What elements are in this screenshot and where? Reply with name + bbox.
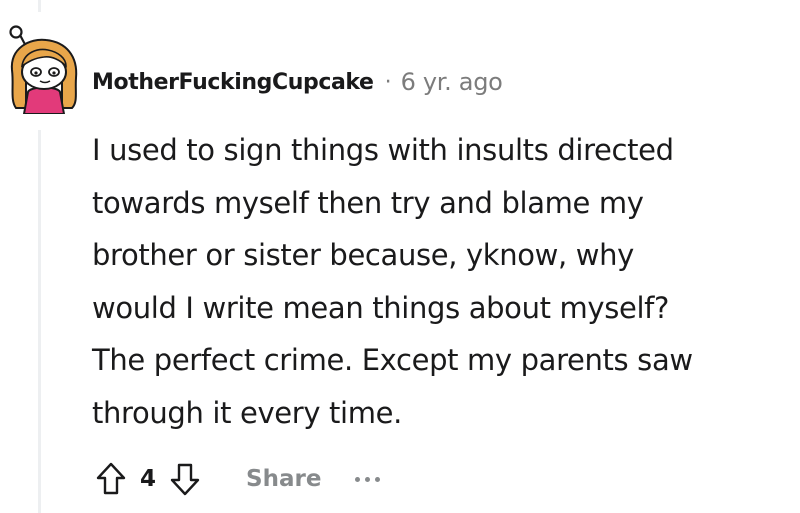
- vote-score: 4: [140, 466, 157, 492]
- thread-line-top[interactable]: [38, 0, 41, 12]
- meta-separator: ·: [384, 69, 392, 95]
- comment-body: I used to sign things with insults direc…: [92, 124, 782, 440]
- comment-line: brother or sister because, yknow, why: [92, 238, 634, 273]
- thread-collapse-line[interactable]: [38, 130, 41, 513]
- comment-author[interactable]: MotherFuckingCupcake: [92, 70, 374, 95]
- arrow-up-icon: [96, 462, 126, 495]
- more-options-icon[interactable]: [351, 464, 384, 494]
- more-dot: [375, 476, 381, 482]
- more-dot: [365, 476, 371, 482]
- snoo-avatar-icon: [9, 25, 78, 115]
- comment-line: would I write mean things about myself?: [92, 290, 670, 325]
- comment-line: The perfect crime. Except my parents saw: [92, 343, 693, 378]
- downvote-button[interactable]: [166, 458, 204, 500]
- share-button[interactable]: Share: [242, 460, 325, 498]
- more-dot: [355, 476, 361, 482]
- comment-line: I used to sign things with insults direc…: [92, 133, 674, 167]
- comment-line: towards myself then try and blame my: [92, 185, 644, 220]
- comment-line: through it every time.: [92, 395, 402, 430]
- comment-header: MotherFuckingCupcake · 6 yr. ago: [92, 64, 503, 100]
- arrow-down-icon: [170, 463, 200, 496]
- upvote-button[interactable]: [92, 458, 130, 500]
- comment-timestamp[interactable]: 6 yr. ago: [401, 68, 503, 96]
- user-avatar[interactable]: [2, 22, 86, 115]
- comment-action-bar: 4 Share: [92, 456, 384, 502]
